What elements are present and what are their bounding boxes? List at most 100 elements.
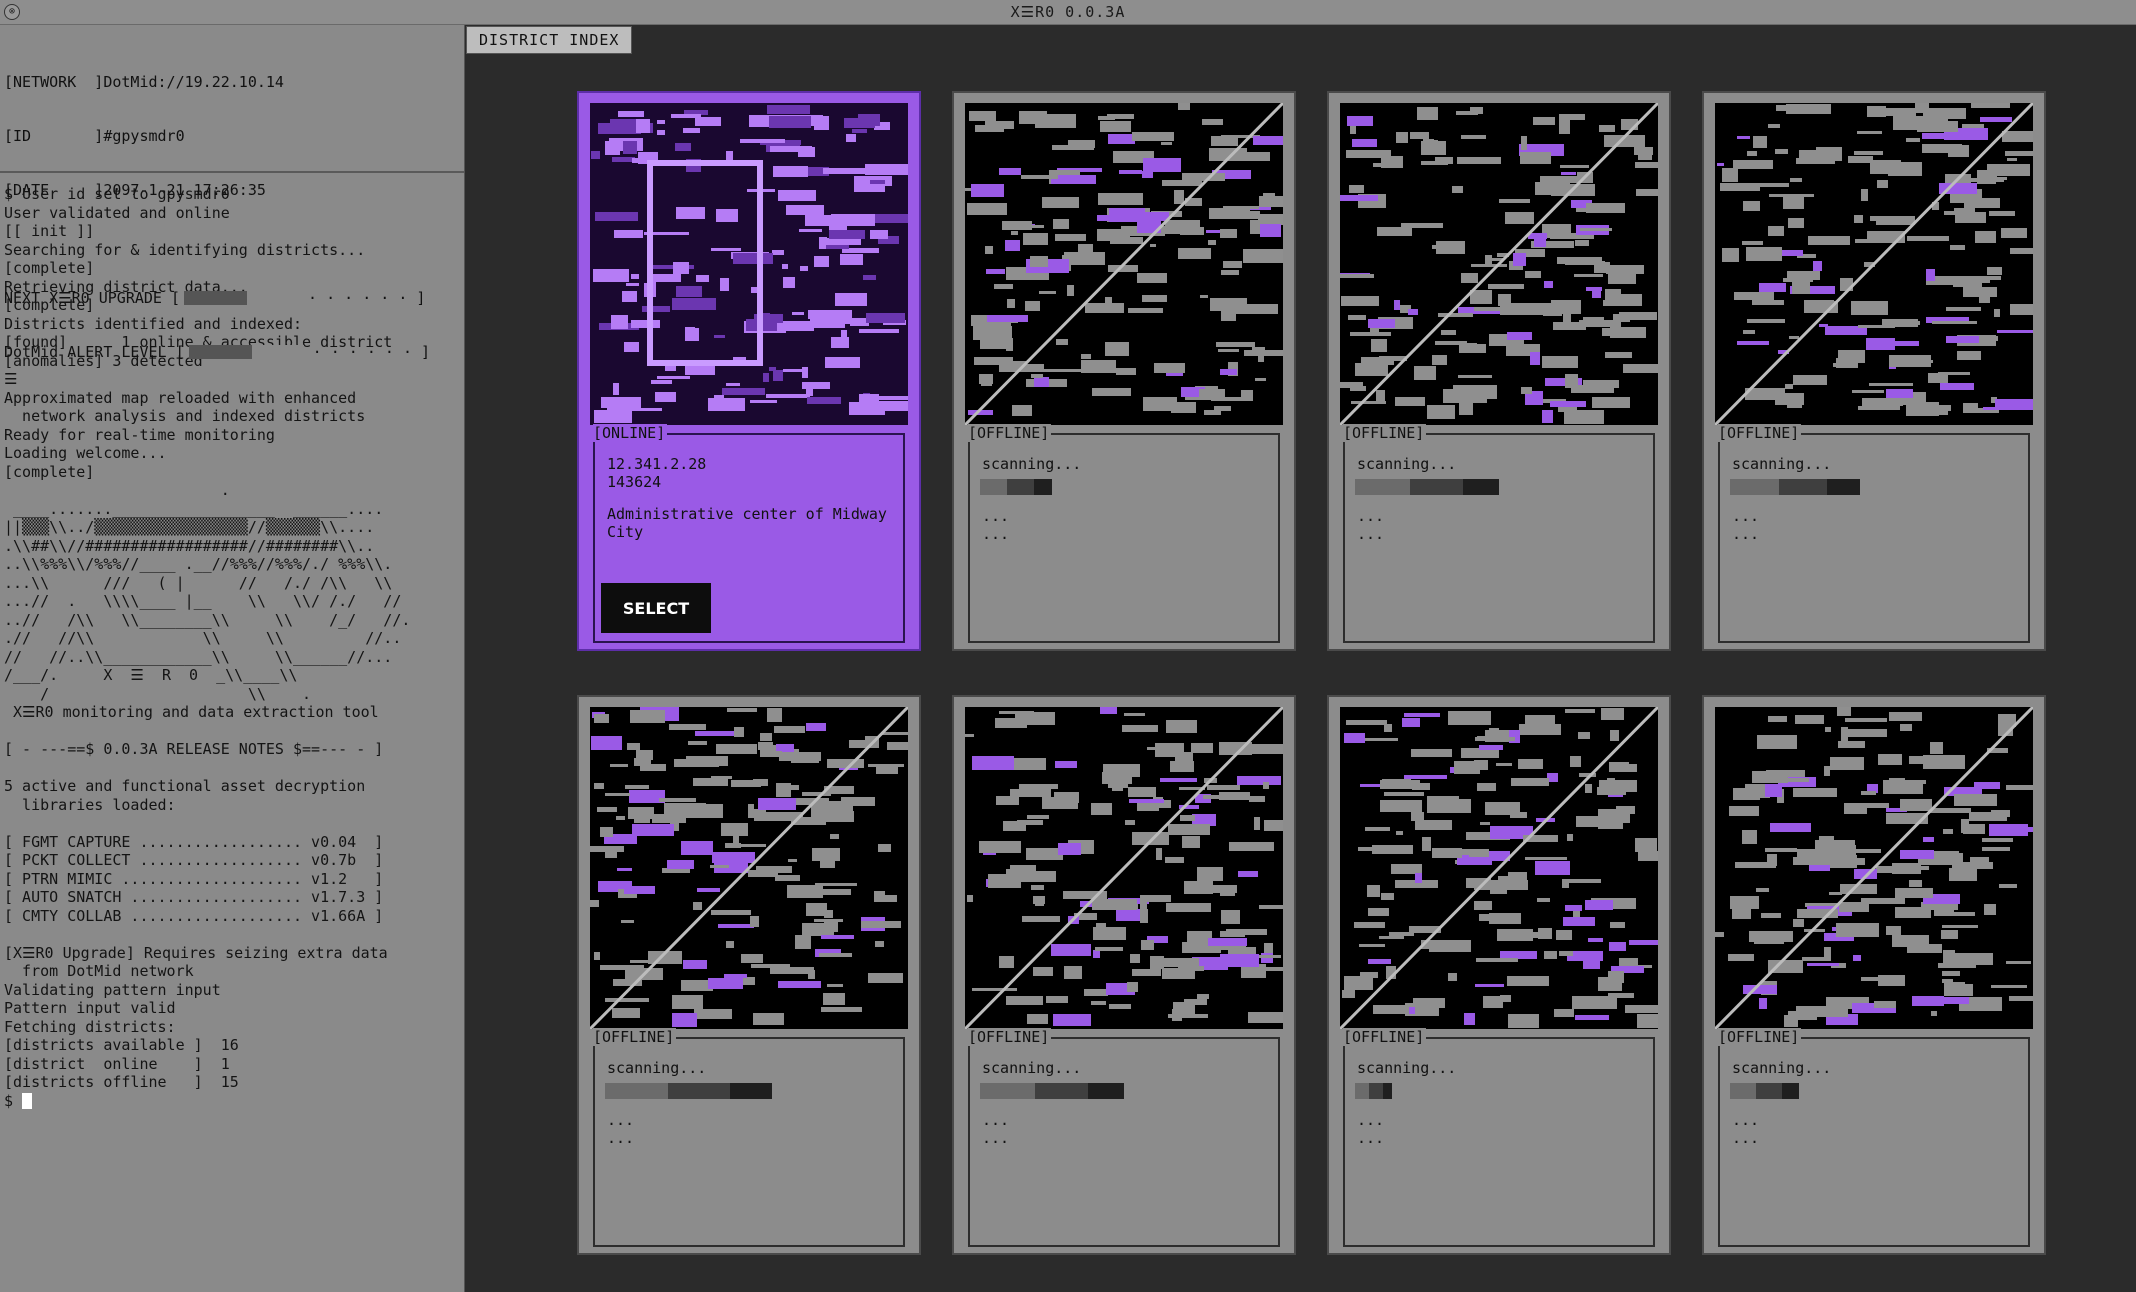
progress-segment — [1779, 479, 1828, 495]
district-card-offline[interactable]: [OFFLINE] scanning... ... ... — [952, 695, 1296, 1255]
district-thumbnail — [965, 103, 1283, 425]
log-line: [X☰R0 Upgrade] Requires seizing extra da… — [4, 943, 388, 962]
district-info: [OFFLINE] scanning... ... ... — [1718, 424, 2030, 643]
district-card-offline[interactable]: [OFFLINE] scanning... ... ... — [1702, 91, 2046, 651]
district-code: 143624 — [607, 473, 662, 491]
close-icon[interactable]: ⊗ — [4, 4, 20, 20]
progress-segment — [980, 479, 1008, 495]
progress-segment — [1756, 1083, 1782, 1099]
district-map-image — [590, 103, 908, 425]
district-thumbnail — [590, 707, 908, 1029]
district-map-image — [1340, 103, 1658, 425]
scanning-text: scanning... — [982, 455, 1082, 473]
log-line: [districts offline ] 15 — [4, 1073, 239, 1091]
district-thumbnail — [1340, 103, 1658, 425]
district-card-offline[interactable]: [OFFLINE] scanning... ... ... — [1327, 91, 1671, 651]
log-line: [complete] — [4, 462, 95, 481]
progress-segment — [1781, 1083, 1800, 1099]
pending-lines: ... ... — [982, 1111, 1010, 1147]
scanning-text: scanning... — [1357, 1059, 1457, 1077]
log-line: .\\##\\//##################//########\\.… — [4, 536, 375, 555]
progress-segment — [605, 1083, 669, 1099]
district-map-image — [590, 707, 908, 1029]
district-card-offline[interactable]: [OFFLINE] scanning... ... ... — [577, 695, 921, 1255]
id-label: [ID ] — [4, 127, 104, 145]
district-card-offline[interactable]: [OFFLINE] scanning... ... ... — [952, 91, 1296, 651]
progress-segment — [1034, 479, 1052, 495]
log-line: ____.......__________________ ______.... — [4, 499, 384, 518]
select-button[interactable]: SELECT — [601, 583, 711, 633]
log-line: ..\\%%%\\/%%%//____ .__//%%%//%%%/./ %%%… — [4, 555, 393, 573]
scanning-text: scanning... — [1732, 455, 1832, 473]
log-line: [ FGMT CAPTURE .................. v0.04 … — [4, 832, 384, 851]
log-line: network analysis and indexed districts — [4, 407, 366, 425]
alert-fill — [188, 345, 252, 359]
log-line: [ CMTY COLLAB ................... v1.66A… — [4, 906, 384, 925]
upgrade-meter-tail: · · · · · · ] — [299, 289, 426, 307]
scanning-text: scanning... — [1357, 455, 1457, 473]
district-status-label: [OFFLINE] — [1718, 424, 1802, 442]
log-line: from DotMid network — [4, 962, 194, 980]
district-thumbnail — [965, 707, 1283, 1029]
district-description: Administrative center of Midway City — [607, 505, 887, 541]
district-thumbnail — [1340, 707, 1658, 1029]
network-label: [NETWORK ] — [4, 73, 104, 91]
network-value: DotMid://19.22.10.14 — [103, 73, 284, 91]
log-line: [ PCKT COLLECT .................. v0.7b … — [4, 851, 384, 869]
window-title: X☰R0 0.0.3A — [1010, 3, 1126, 21]
log-line: Pattern input valid — [4, 999, 176, 1017]
log-line: X☰R0 monitoring and data extraction tool — [4, 703, 379, 721]
district-map-image — [965, 103, 1283, 425]
progress-segment — [1369, 1083, 1384, 1099]
district-info: [ONLINE] 12.341.2.28 143624 Administrative … — [593, 424, 905, 643]
log-line: [ - ---==$ 0.0.3A RELEASE NOTES $==--- -… — [4, 740, 384, 758]
log-line: ..// /\\ \\________\\ \\ /_/ //. — [4, 610, 411, 629]
log-line: [district online ] 1 — [4, 1054, 230, 1073]
district-status-label: [ONLINE] — [593, 424, 668, 442]
progress-segment — [1088, 1083, 1124, 1099]
pending-lines: ... ... — [1732, 1111, 1760, 1147]
pending-lines: ... ... — [1357, 507, 1385, 543]
log-line: [ PTRN MIMIC .................... v1.2 ] — [4, 869, 384, 888]
log-line: ...\\ /// ( | // /./ /\\ \\ — [4, 573, 393, 592]
district-card-offline[interactable]: [OFFLINE] scanning... ... ... — [1327, 695, 1671, 1255]
log-line: libraries loaded: — [4, 795, 176, 814]
log-line: Searching for & identifying districts... — [4, 240, 366, 259]
district-status-label: [OFFLINE] — [1718, 1028, 1802, 1046]
log-line: ...// . \\\\____ |__ \\ \\/ /./ // — [4, 592, 402, 610]
pending-lines: ... ... — [1732, 507, 1760, 543]
log-line: ☰ — [4, 370, 18, 388]
progress-segment — [1007, 479, 1034, 495]
log-line: $ — [4, 1092, 460, 1111]
progress-segment — [1827, 479, 1860, 495]
log-line: . — [4, 481, 230, 499]
tab-district-index[interactable]: DISTRICT INDEX — [466, 26, 633, 54]
district-card-offline[interactable]: [OFFLINE] scanning... ... ... — [1702, 695, 2046, 1255]
log-line: Approximated map reloaded with enhanced — [4, 388, 357, 407]
progress-segment — [1730, 479, 1780, 495]
status-block: [NETWORK ] DotMid://19.22.10.14 [ID ] #g… — [0, 25, 464, 361]
district-info: [OFFLINE] scanning... ... ... — [1343, 424, 1655, 643]
terminal-log[interactable]: $ User id set to gpysmdr0 User validated … — [0, 173, 464, 1110]
district-ip: 12.341.2.28 — [607, 455, 707, 473]
scanning-text: scanning... — [607, 1059, 707, 1077]
log-line: [complete] — [4, 259, 95, 277]
progress-segment — [1355, 1083, 1370, 1099]
progress-segment — [730, 1083, 773, 1099]
progress-segment — [980, 1083, 1035, 1099]
upgrade-fill — [184, 291, 248, 305]
log-line: Districts identified and indexed: — [4, 314, 303, 333]
progress-segment — [1730, 1083, 1757, 1099]
district-info: [OFFLINE] scanning... ... ... — [1343, 1028, 1655, 1247]
log-line: .// //\\ \\ \\ //.. — [4, 629, 402, 647]
log-line: Ready for real-time monitoring — [4, 425, 275, 444]
district-info: [OFFLINE] scanning... ... ... — [968, 424, 1280, 643]
pending-lines: ... ... — [1357, 1111, 1385, 1147]
log-line: [[ init ]] — [4, 222, 95, 240]
district-card-online[interactable]: [ONLINE] 12.341.2.28 143624 Administrative … — [577, 91, 921, 651]
log-line: / \\ . — [4, 684, 312, 703]
